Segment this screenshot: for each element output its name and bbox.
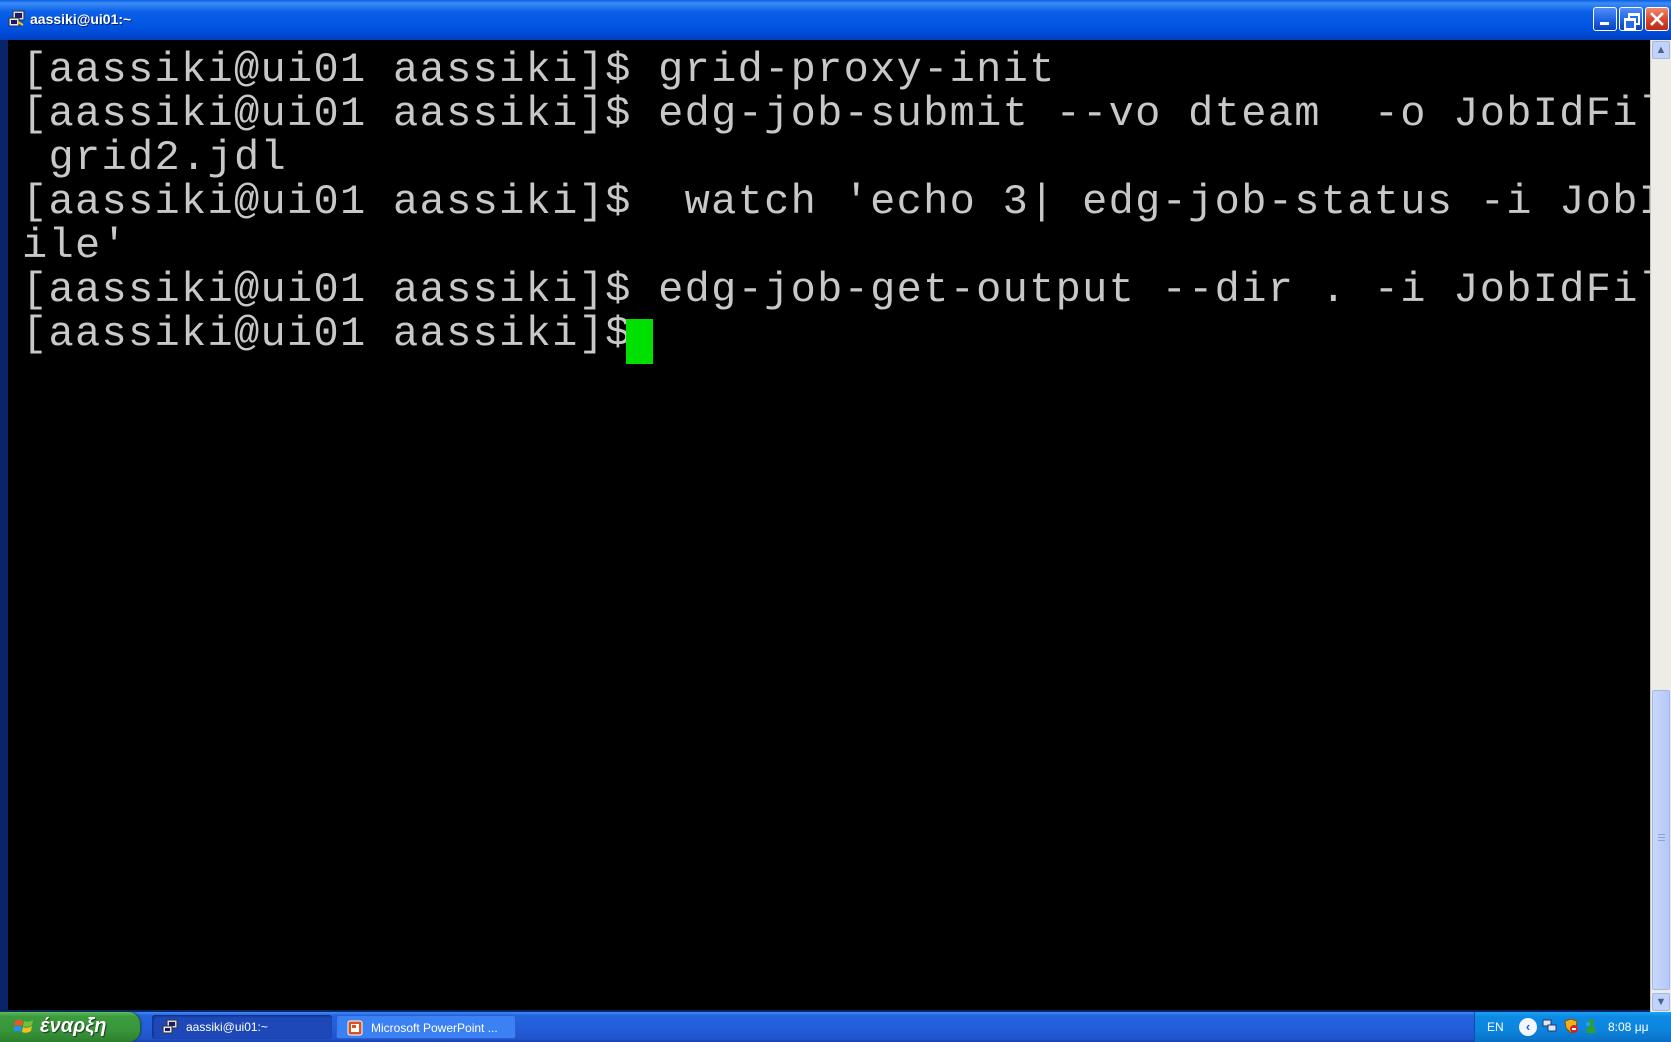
terminal-line: [aassiki@ui01 aassiki]$ watch 'echo 3| e… bbox=[22, 178, 1650, 226]
taskbar-item-label: Microsoft PowerPoint ... bbox=[371, 1021, 498, 1035]
powerpoint-icon bbox=[347, 1020, 363, 1036]
grip-icon bbox=[1658, 834, 1665, 835]
minimize-button[interactable] bbox=[1593, 7, 1617, 31]
terminal-window: aassiki@ui01:~ [aassiki@ui01 aassiki]$ g… bbox=[0, 0, 1671, 1012]
vertical-scrollbar[interactable]: ▲ ▼ bbox=[1650, 40, 1671, 1012]
putty-icon bbox=[8, 10, 25, 27]
terminal-line: [aassiki@ui01 aassiki]$ bbox=[22, 310, 659, 358]
grip-icon bbox=[1658, 837, 1665, 838]
minimize-icon bbox=[1600, 22, 1609, 25]
windows-logo-icon bbox=[14, 1020, 33, 1033]
network-icon[interactable] bbox=[1542, 1018, 1558, 1034]
taskbar-item-powerpoint[interactable]: Microsoft PowerPoint ... bbox=[336, 1015, 516, 1039]
scroll-up-arrow-icon[interactable]: ▲ bbox=[1652, 41, 1670, 59]
terminal-line: ile' bbox=[22, 222, 129, 270]
system-tray: EN ‹ 8:08 μμ bbox=[1474, 1012, 1671, 1042]
putty-icon bbox=[162, 1019, 178, 1034]
close-button[interactable] bbox=[1645, 7, 1669, 31]
restore-button[interactable] bbox=[1619, 7, 1643, 31]
scrollbar-thumb[interactable] bbox=[1652, 690, 1670, 990]
taskbar-item-label: aassiki@ui01:~ bbox=[186, 1020, 268, 1034]
terminal-cursor bbox=[626, 319, 653, 364]
terminal-output[interactable]: [aassiki@ui01 aassiki]$ grid-proxy-init … bbox=[8, 40, 1650, 1010]
start-label: έναρξη bbox=[40, 1015, 107, 1037]
title-bar[interactable]: aassiki@ui01:~ bbox=[0, 0, 1671, 41]
grip-icon bbox=[1658, 840, 1665, 841]
terminal-line: [aassiki@ui01 aassiki]$ edg-job-get-outp… bbox=[22, 266, 1650, 314]
security-alert-icon[interactable] bbox=[1563, 1018, 1579, 1034]
window-title: aassiki@ui01:~ bbox=[30, 11, 132, 27]
scroll-down-arrow-icon[interactable]: ▼ bbox=[1652, 993, 1670, 1011]
messenger-icon[interactable] bbox=[1583, 1018, 1599, 1034]
terminal-line: [aassiki@ui01 aassiki]$ grid-proxy-init bbox=[22, 46, 1056, 94]
language-indicator[interactable]: EN bbox=[1487, 1020, 1504, 1034]
clock[interactable]: 8:08 μμ bbox=[1608, 1020, 1649, 1034]
close-icon bbox=[1650, 12, 1664, 26]
start-button[interactable]: έναρξη bbox=[0, 1012, 140, 1042]
taskbar-item-terminal[interactable]: aassiki@ui01:~ bbox=[152, 1015, 332, 1039]
taskbar: έναρξη aassiki@ui01:~ Microsoft PowerPoi… bbox=[0, 1012, 1671, 1042]
terminal-line: [aassiki@ui01 aassiki]$ edg-job-submit -… bbox=[22, 90, 1650, 138]
show-hidden-icons-chevron-icon[interactable]: ‹ bbox=[1519, 1018, 1537, 1036]
terminal-line: grid2.jdl bbox=[22, 134, 288, 182]
